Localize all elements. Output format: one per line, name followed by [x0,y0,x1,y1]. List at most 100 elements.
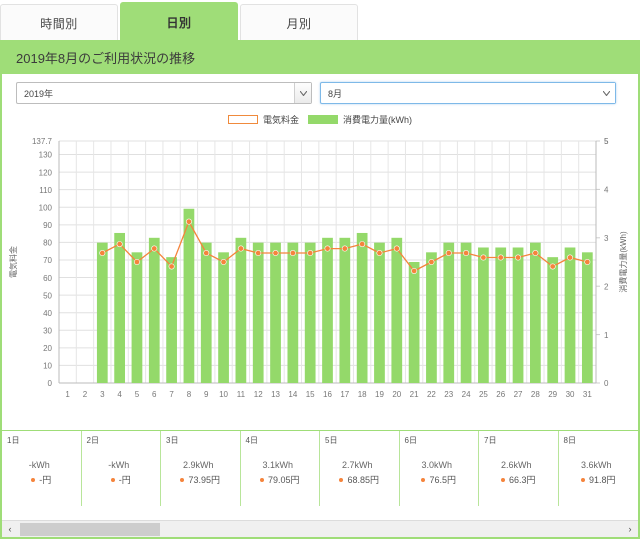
cost-line-marker [272,250,279,257]
usage-chart: 0 10 20 30 40 50 60 70 80 90 100 110 120 130 137.7 0 1 2 3… [2,127,638,419]
bar [131,252,143,383]
x-axis-tick-label: 31 [583,390,592,399]
x-axis-tick-label: 22 [427,390,436,399]
x-axis-tick-label: 12 [254,390,263,399]
day-cell-cost-row: 73.95円 [166,473,235,486]
y-axis-tick-label: 90 [43,221,52,230]
day-cell: 1日 -kWh -円 [2,431,82,506]
day-cell: 6日 3.0kWh 76.5円 [400,431,479,506]
day-cell: 7日 2.6kWh 66.3円 [479,431,559,506]
day-cell-yen: 91.8円 [588,475,616,485]
day-cell-kwh: -kWh [28,460,50,470]
day-cell: 2日 -kWh -円 [82,431,161,506]
tab-monthly[interactable]: 月別 [240,4,358,42]
day-cell-cost-row: 79.05円 [246,473,315,486]
y-axis-tick-label: 60 [43,274,52,283]
panel-header: 2019年8月のご利用状況の推移 [2,40,638,74]
bar [530,242,541,383]
y2-axis-tick-label: 0 [604,379,609,388]
x-axis-tick-label: 20 [392,390,401,399]
bar [270,242,281,383]
x-axis-tick-label: 19 [375,390,384,399]
legend-swatch-cost [227,114,258,124]
cost-line-marker [445,250,452,257]
page-title: 2019年8月のご利用状況の推移 [16,50,196,66]
cost-line-marker [584,259,591,266]
x-axis-tick-label: 3 [100,390,105,399]
cost-marker-icon [580,477,585,482]
month-select[interactable]: 8月 [320,82,616,104]
x-axis-tick-label: 18 [358,390,367,399]
chevron-down-icon[interactable] [598,83,615,103]
x-axis-tick-label: 10 [219,390,228,399]
cost-line-marker [428,259,435,266]
x-axis-tick-label: 4 [117,390,122,399]
x-axis-tick-label: 14 [288,390,297,399]
y-axis-tick-label: 120 [39,168,53,177]
tab-daily[interactable]: 日別 [120,2,238,42]
y-axis-tick-label: 137.7 [32,137,53,146]
x-axis-tick-label: 8 [187,390,192,399]
cost-line-marker [185,218,192,225]
day-cell-yen: -円 [118,475,131,485]
day-cell-yen: -円 [39,475,52,485]
day-cell-kwh: -kWh [108,460,130,470]
x-axis-tick-label: 27 [514,390,523,399]
day-cell-cost-row: 68.85円 [325,473,394,486]
cost-marker-icon [31,477,36,482]
cost-line-marker [168,263,175,270]
year-select[interactable]: 2019年 [16,82,312,104]
bar [443,242,455,383]
tab-hourly[interactable]: 時間別 [0,4,118,42]
scroll-right-arrow-icon[interactable]: › [622,521,638,537]
scroll-left-arrow-icon[interactable]: ‹ [2,521,18,537]
y2-axis-tick-label: 4 [604,186,609,195]
year-select-value: 2019年 [24,88,54,99]
scrollbar-track[interactable] [18,522,622,537]
scrollbar-thumb[interactable] [20,522,160,536]
cost-line-marker [549,263,556,270]
day-cell-cost-row: 66.3円 [484,473,553,486]
y-axis-tick-label: 30 [43,326,52,335]
y2-axis-max-label: 5 [604,137,609,146]
legend-label-kwh: 消費電力量(kWh) [343,114,412,125]
bar [304,242,316,383]
cost-line-marker [411,267,418,274]
day-cell-kwh: 2.9kWh [182,460,214,470]
bar [183,208,195,383]
bar [512,247,524,383]
bar [547,257,559,383]
y-axis-tick-label: 20 [43,344,52,353]
y2-axis-tick-label: 1 [604,331,609,340]
x-axis-tick-label: 30 [566,390,575,399]
horizontal-scrollbar[interactable]: ‹ › [2,520,638,537]
y-axis-tick-label: 50 [43,291,52,300]
y-axis-tick-label: 10 [43,362,52,371]
cost-marker-icon [180,477,185,482]
day-cell-kwh: 3.6kWh [580,460,612,470]
day-cell-label: 7日 [484,436,497,445]
cost-line-marker [532,250,539,257]
y-axis-tick-label: 40 [43,309,52,318]
cost-line-marker [99,250,106,257]
cost-line-marker [237,245,244,252]
chart-canvas: 0102030405060708090100110120130137.70123… [8,137,628,399]
x-axis-tick-label: 16 [323,390,332,399]
cost-line-marker [393,245,400,252]
bar [218,252,229,383]
y-axis-tick-label: 110 [39,186,52,195]
day-cell: 8日 3.6kWh 91.8円 [559,431,639,506]
x-axis-tick-label: 15 [306,390,315,399]
y-axis-tick-label: 80 [43,239,52,248]
y-axis-tick-label: 100 [39,203,53,212]
day-cell-cost-row: 76.5円 [405,473,474,486]
cost-line-marker [324,245,331,252]
day-cell: 5日 2.7kWh 68.85円 [320,431,400,506]
cost-line-marker [220,259,227,266]
bar [495,247,507,383]
bar [564,247,576,383]
filter-row: 2019年 8月 [2,74,638,108]
y-axis-title: 電気料金 [8,246,18,278]
tab-daily-label: 日別 [166,16,192,30]
chevron-down-icon[interactable] [294,83,311,103]
